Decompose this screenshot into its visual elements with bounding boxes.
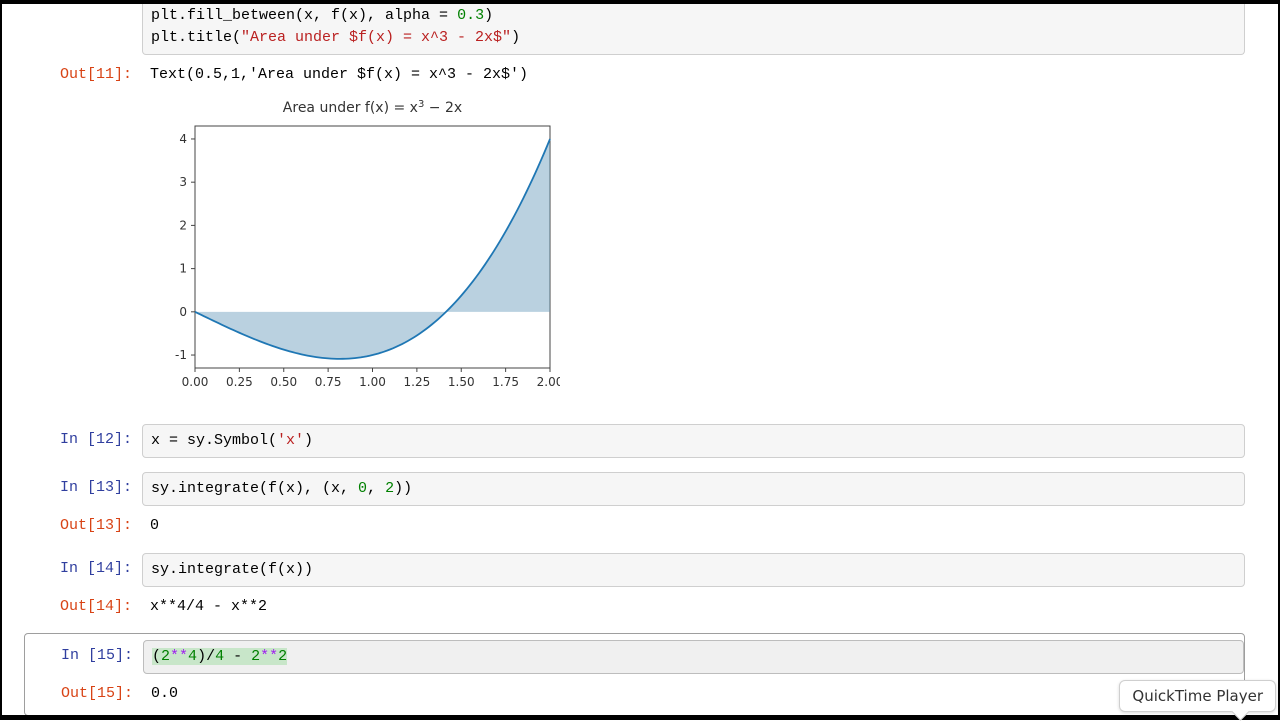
cell-in-12: In [12]: x = sy.Symbol('x'): [24, 424, 1245, 458]
prompt-out-13: Out[13]:: [24, 510, 142, 542]
code-token: -: [224, 648, 251, 665]
cell-out-15: Out[15]: 0.0: [25, 678, 1244, 710]
prompt-in-15: In [15]:: [25, 640, 143, 674]
prompt-in-14: In [14]:: [24, 553, 142, 587]
svg-text:0.00: 0.00: [182, 375, 209, 389]
code-op: **: [260, 648, 278, 665]
svg-text:0.50: 0.50: [270, 375, 297, 389]
svg-text:1.00: 1.00: [359, 375, 386, 389]
svg-text:2.00: 2.00: [537, 375, 560, 389]
chart-svg: Area under f(x) = x3 − 2x 0.00 0.25 0.50 0.7…: [150, 96, 560, 396]
output-text-13: 0: [142, 510, 1245, 542]
prompt-out-14: Out[14]:: [24, 591, 142, 623]
plot-output: Area under f(x) = x3 − 2x 0.00 0.25 0.50 0.7…: [142, 94, 1245, 406]
code-number: 0: [358, 480, 367, 497]
code-number: 4: [215, 648, 224, 665]
code-token: (: [152, 648, 161, 665]
svg-text:Area under f(x) = x3 − 2x: Area under f(x) = x3 − 2x: [283, 99, 462, 117]
code-token: ,: [367, 480, 385, 497]
code-string: "Area under $f(x) = x^3 - 2x$": [241, 29, 511, 46]
code-input-14[interactable]: sy.integrate(f(x)): [142, 553, 1245, 587]
prompt-out-15: Out[15]:: [25, 678, 143, 710]
svg-text:1.50: 1.50: [448, 375, 475, 389]
code-input-13[interactable]: sy.integrate(f(x), (x, 0, 2)): [142, 472, 1245, 506]
code-number: 2: [161, 648, 170, 665]
output-text-11: Text(0.5,1,'Area under $f(x) = x^3 - 2x$…: [142, 59, 1245, 91]
cell-out-14: Out[14]: x**4/4 - x**2: [24, 591, 1245, 623]
output-text-14: x**4/4 - x**2: [142, 591, 1245, 623]
svg-text:-1: -1: [175, 348, 187, 362]
cell-in-15: In [15]: (2**4)/4 - 2**2: [25, 640, 1244, 674]
svg-text:1: 1: [179, 262, 187, 276]
cell-selected-15: In [15]: (2**4)/4 - 2**2 Out[15]: 0.0: [24, 633, 1245, 715]
code-token: x = sy.Symbol(: [151, 432, 277, 449]
cell-display-11: Area under f(x) = x3 − 2x 0.00 0.25 0.50 0.7…: [24, 94, 1245, 406]
svg-text:1.25: 1.25: [404, 375, 431, 389]
code-token: )/: [197, 648, 215, 665]
output-text-15: 0.0: [143, 678, 1244, 710]
cell-in-11-partial: plt.fill_between(x, f(x), alpha = 0.3) p…: [24, 4, 1245, 55]
svg-text:1.75: 1.75: [492, 375, 519, 389]
cell-in-14: In [14]: sy.integrate(f(x)): [24, 553, 1245, 587]
code-input-12[interactable]: x = sy.Symbol('x'): [142, 424, 1245, 458]
code-number: 0.3: [457, 7, 484, 24]
code-input-15[interactable]: (2**4)/4 - 2**2: [143, 640, 1244, 674]
prompt-in-12: In [12]:: [24, 424, 142, 458]
cell-out-13: Out[13]: 0: [24, 510, 1245, 542]
prompt-out-11: Out[11]:: [24, 59, 142, 91]
svg-text:0.25: 0.25: [226, 375, 253, 389]
svg-text:2: 2: [179, 219, 187, 233]
code-number: 2: [385, 480, 394, 497]
prompt-empty: [24, 94, 142, 406]
code-string: 'x': [277, 432, 304, 449]
prompt-in-11: [24, 4, 142, 55]
cell-out-11: Out[11]: Text(0.5,1,'Area under $f(x) = …: [24, 59, 1245, 91]
letterbox-bottom: [0, 715, 1280, 720]
code-token: ): [304, 432, 313, 449]
notebook: plt.fill_between(x, f(x), alpha = 0.3) p…: [24, 4, 1245, 715]
code-number: 4: [188, 648, 197, 665]
code-input-11[interactable]: plt.fill_between(x, f(x), alpha = 0.3) p…: [142, 4, 1245, 55]
code-number: 2: [251, 648, 260, 665]
prompt-in-13: In [13]:: [24, 472, 142, 506]
code-line: plt.title(: [151, 29, 241, 46]
svg-text:0: 0: [179, 305, 187, 319]
svg-text:3: 3: [179, 175, 187, 189]
code-number: 2: [278, 648, 287, 665]
code-line: plt.fill_between(x, f(x), alpha =: [151, 7, 457, 24]
letterbox-left: [0, 0, 2, 720]
svg-text:0.75: 0.75: [315, 375, 342, 389]
code-op: **: [170, 648, 188, 665]
svg-text:4: 4: [179, 132, 187, 146]
code-token: sy.integrate(f(x), (x,: [151, 480, 358, 497]
cell-in-13: In [13]: sy.integrate(f(x), (x, 0, 2)): [24, 472, 1245, 506]
code-token: )): [394, 480, 412, 497]
quicktime-popup[interactable]: QuickTime Player: [1119, 680, 1276, 712]
